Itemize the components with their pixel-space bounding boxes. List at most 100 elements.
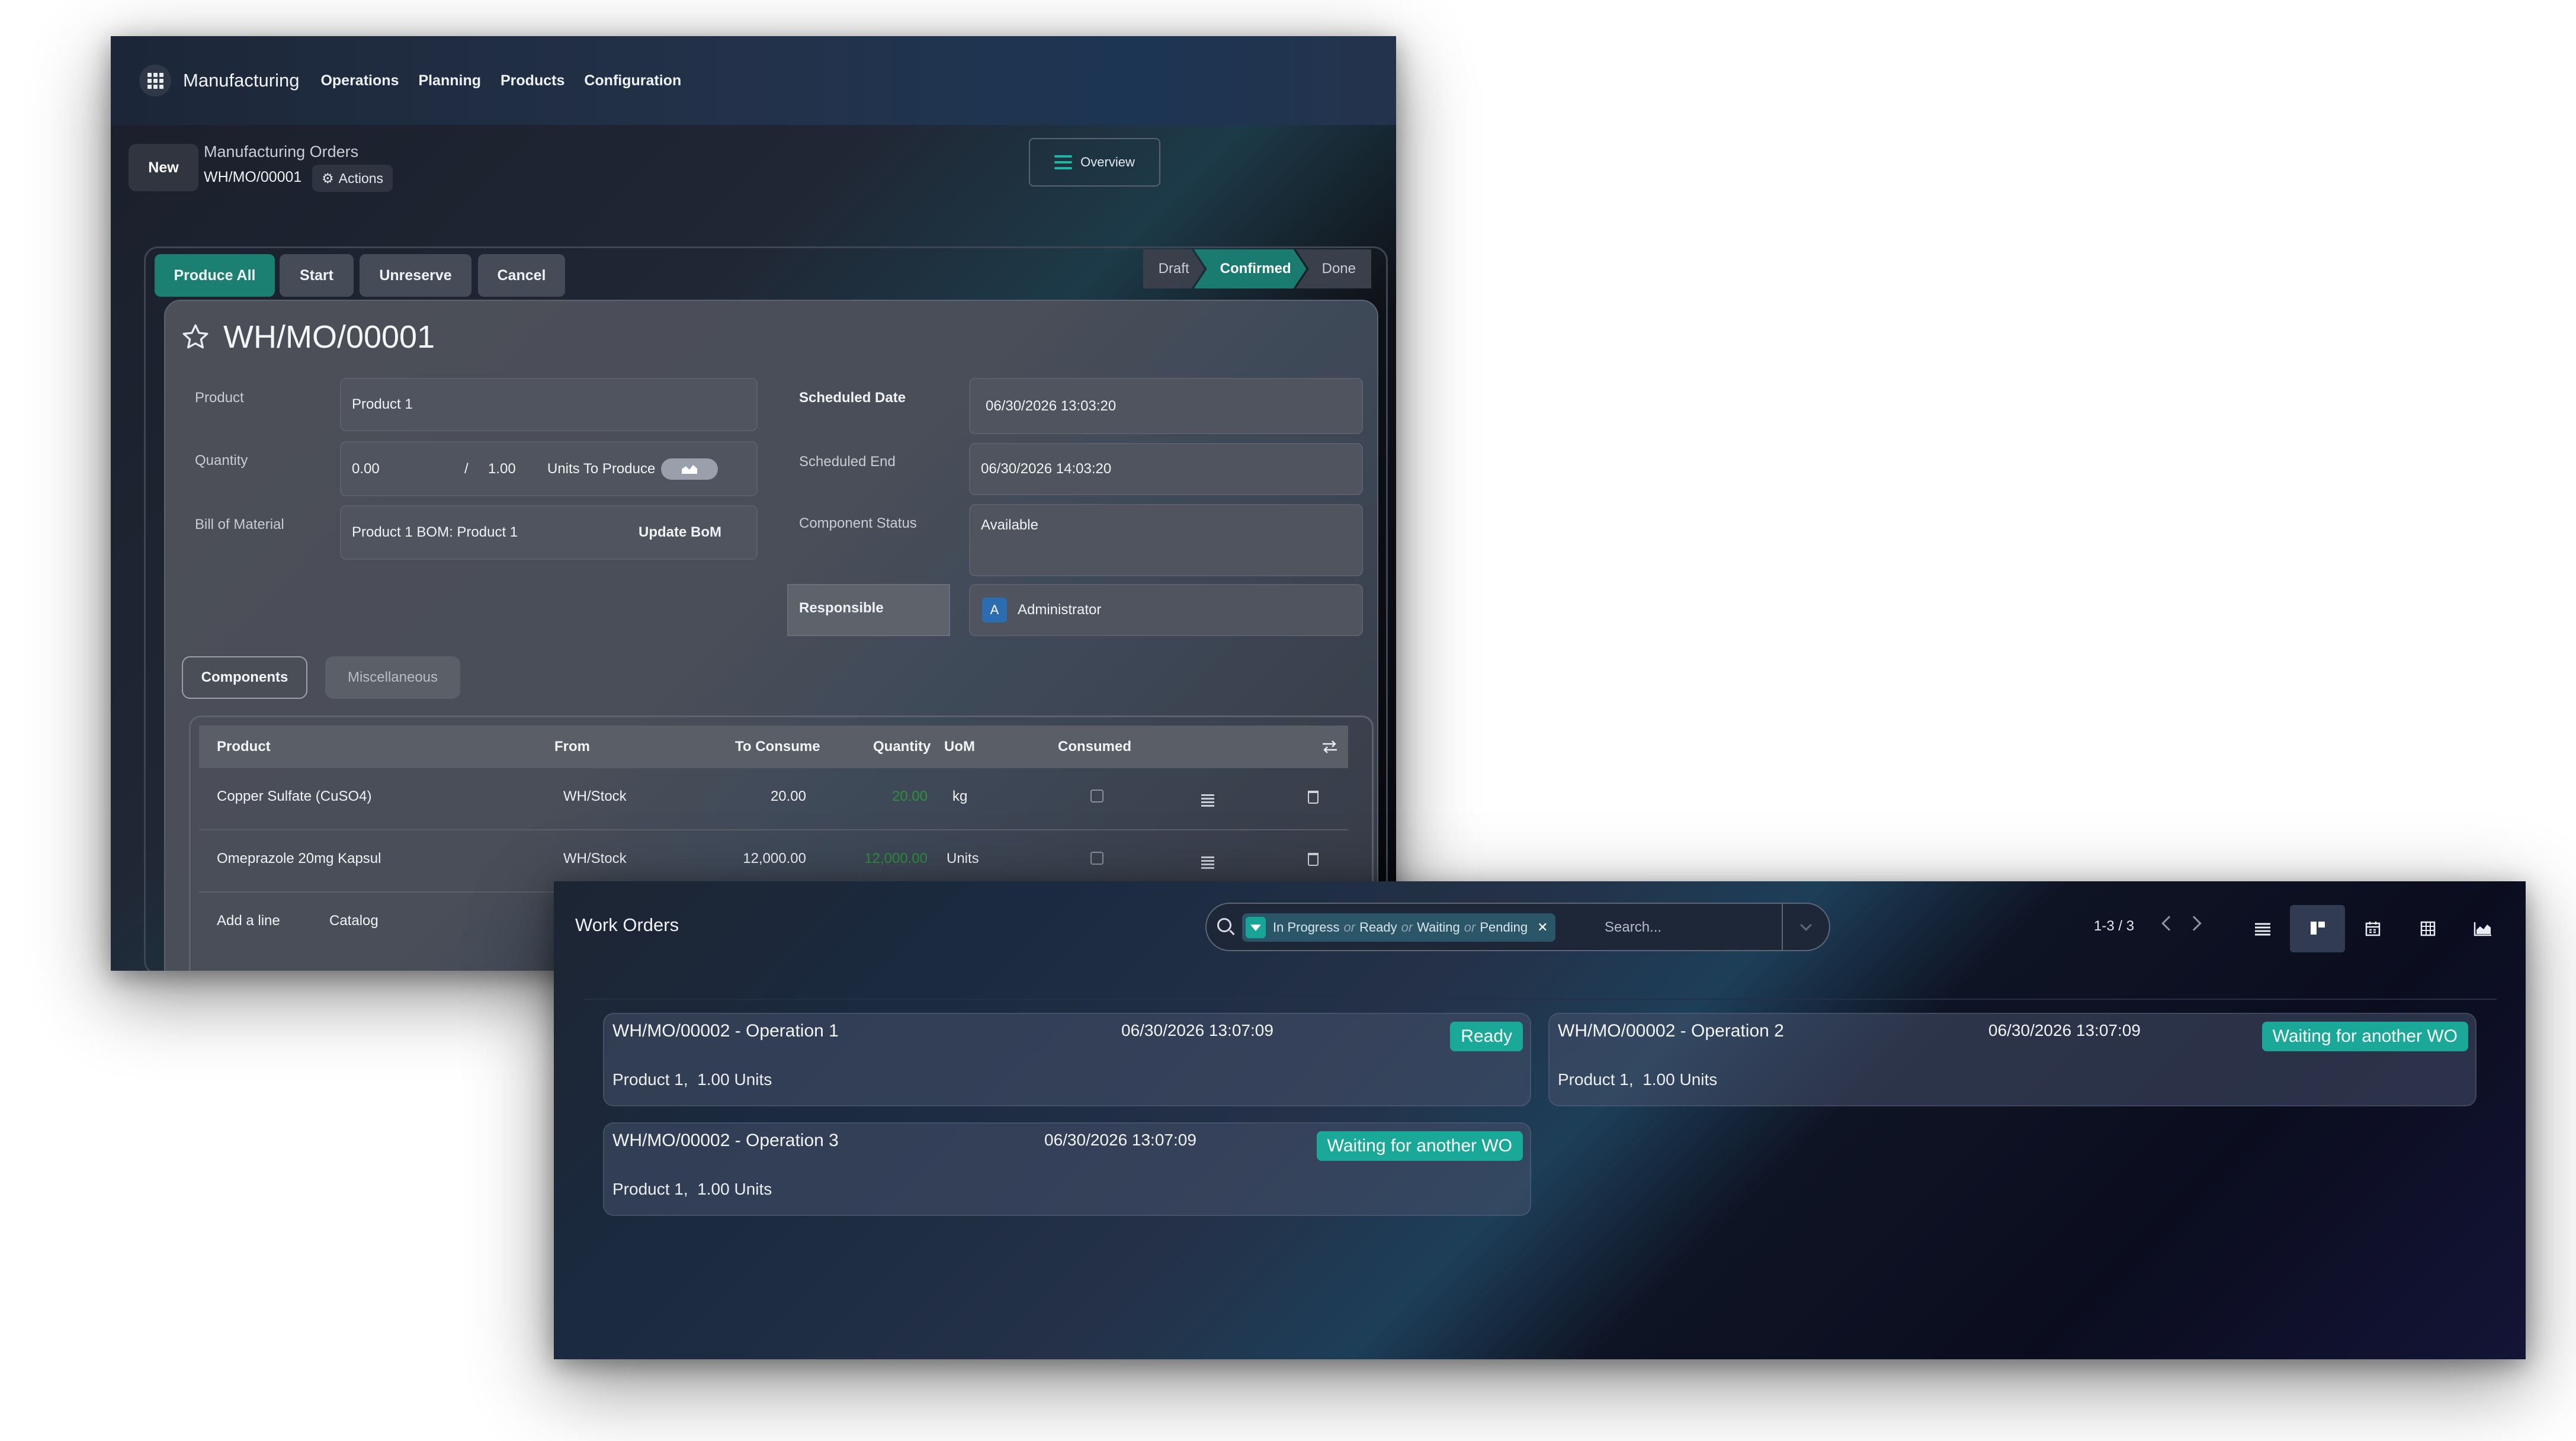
row-quantity[interactable]: 20.00 (892, 788, 928, 805)
close-icon[interactable]: ✕ (1537, 920, 1548, 935)
card-date: 06/30/2026 13:07:09 (1988, 1021, 2141, 1039)
star-icon[interactable] (181, 322, 210, 352)
status-bar: Produce All Start Unreserve Cancel Draft… (155, 249, 1387, 297)
table-row[interactable]: Copper Sulfate (CuSO4) WH/Stock 20.00 20… (199, 768, 1348, 830)
filter-facet[interactable]: In Progress or Ready or Waiting or Pendi… (1242, 913, 1555, 942)
work-order-card[interactable]: WH/MO/00002 - Operation 1 06/30/2026 13:… (603, 1013, 1531, 1106)
tab-components[interactable]: Components (182, 656, 307, 699)
card-product: Product 1, 1.00 Units (612, 1070, 772, 1089)
card-quantity: 1.00 Units (1643, 1070, 1718, 1089)
overview-button[interactable]: Overview (1029, 138, 1160, 187)
list-icon (2254, 923, 2270, 936)
responsible-field[interactable]: A Administrator (969, 584, 1363, 636)
chevron-down-icon (1800, 919, 1812, 931)
work-order-card[interactable]: WH/MO/00002 - Operation 3 06/30/2026 13:… (603, 1122, 1531, 1216)
col-product[interactable]: Product (217, 739, 271, 755)
unreserve-button[interactable]: Unreserve (360, 254, 471, 297)
nav-configuration[interactable]: Configuration (584, 72, 681, 89)
col-quantity[interactable]: Quantity (873, 739, 931, 755)
row-from: WH/Stock (563, 788, 627, 804)
control-panel: New Manufacturing Orders WH/MO/00001 ⚙ A… (111, 125, 1396, 211)
nav-products[interactable]: Products (501, 72, 564, 89)
breadcrumb[interactable]: Manufacturing Orders (204, 143, 358, 161)
add-line-link[interactable]: Add a line (217, 913, 280, 929)
bom-label: Bill of Material (195, 516, 284, 532)
new-button[interactable]: New (129, 144, 198, 191)
chevron-right-icon[interactable] (2186, 916, 2202, 931)
card-title: WH/MO/00002 - Operation 3 (612, 1131, 839, 1150)
details-list-icon[interactable] (1201, 856, 1214, 869)
gear-icon: ⚙ (322, 170, 334, 186)
stage-draft[interactable]: Draft (1143, 249, 1205, 288)
card-title: WH/MO/00002 - Operation 2 (1558, 1021, 1784, 1041)
scheduled-end-label: Scheduled End (799, 454, 896, 470)
form-sheet: WH/MO/00001 Product Product 1 Quantity 0… (164, 300, 1378, 971)
nav-operations[interactable]: Operations (320, 72, 399, 89)
kanban-view-button[interactable] (2290, 905, 2345, 952)
apps-grid-icon[interactable] (139, 65, 171, 97)
optional-columns-icon[interactable] (1321, 740, 1338, 758)
facet-status-1: In Progress (1273, 920, 1340, 935)
col-consumed[interactable]: Consumed (1058, 739, 1131, 755)
facet-status-2: Ready (1359, 920, 1397, 935)
row-to-consume: 20.00 (770, 788, 806, 804)
chevron-left-icon[interactable] (2161, 916, 2177, 931)
quantity-unit: Units To Produce (547, 460, 656, 477)
update-bom-button[interactable]: Update BoM (639, 524, 721, 541)
trash-icon[interactable] (1308, 791, 1319, 804)
row-product: Omeprazole 20mg Kapsul (217, 851, 381, 866)
quantity-producing-input[interactable]: 0.00 (352, 461, 464, 477)
bom-value: Product 1 BOM: Product 1 (352, 524, 518, 540)
facet-or-3: or (1464, 920, 1476, 935)
app-name[interactable]: Manufacturing (183, 70, 299, 91)
bom-field[interactable]: Product 1 BOM: Product 1 Update BoM (340, 505, 758, 560)
breadcrumb-record: WH/MO/00001 (204, 169, 302, 185)
col-from[interactable]: From (554, 739, 590, 755)
actions-button[interactable]: ⚙ Actions (312, 165, 393, 192)
page-title: Work Orders (575, 914, 679, 935)
product-field[interactable]: Product 1 (340, 378, 758, 431)
calendar-icon (2365, 922, 2380, 936)
start-button[interactable]: Start (280, 254, 354, 297)
calendar-view-button[interactable] (2345, 905, 2400, 952)
card-product: Product 1, 1.00 Units (1558, 1070, 1717, 1089)
pivot-view-button[interactable] (2400, 905, 2455, 952)
search-icon[interactable] (1217, 918, 1231, 932)
forecast-graph-icon[interactable] (661, 458, 718, 480)
facet-or-1: or (1343, 920, 1356, 935)
stage-pipeline: Draft Confirmed Done (1143, 249, 1371, 288)
graph-view-button[interactable] (2455, 905, 2510, 952)
row-from: WH/Stock (563, 851, 627, 866)
search-options-toggle[interactable] (1782, 904, 1829, 950)
catalog-link[interactable]: Catalog (329, 913, 378, 929)
work-order-card[interactable]: WH/MO/00002 - Operation 2 06/30/2026 13:… (1548, 1013, 2476, 1106)
pager-value[interactable]: 1-3 / 3 (2094, 918, 2134, 935)
col-to-consume[interactable]: To Consume (735, 739, 820, 755)
list-view-button[interactable] (2235, 905, 2290, 952)
stage-done[interactable]: Done (1295, 249, 1371, 288)
quantity-total-input[interactable]: 1.00 (488, 461, 547, 477)
product-label: Product (195, 390, 244, 406)
filter-icon (1246, 917, 1266, 938)
scheduled-date-field[interactable]: 06/30/2026 13:03:20 (969, 378, 1363, 434)
consumed-checkbox[interactable] (1090, 789, 1103, 803)
pivot-icon (2420, 921, 2435, 936)
row-uom: kg (952, 788, 968, 804)
graph-icon (2474, 922, 2491, 936)
cancel-button[interactable]: Cancel (478, 254, 565, 297)
card-quantity: 1.00 Units (697, 1180, 772, 1198)
col-uom[interactable]: UoM (944, 739, 975, 755)
work-orders-window: Work Orders In Progress or Ready or Wait… (554, 881, 2526, 1359)
divider (583, 999, 2497, 1000)
trash-icon[interactable] (1308, 853, 1319, 866)
tab-miscellaneous[interactable]: Miscellaneous (325, 656, 460, 699)
details-list-icon[interactable] (1201, 794, 1214, 807)
stage-confirmed[interactable]: Confirmed (1194, 249, 1307, 288)
scheduled-end-field[interactable]: 06/30/2026 14:03:20 (969, 443, 1363, 495)
row-quantity[interactable]: 12,000.00 (864, 851, 928, 867)
produce-all-button[interactable]: Produce All (155, 254, 275, 297)
responsible-value: Administrator (1018, 602, 1102, 618)
consumed-checkbox[interactable] (1090, 852, 1103, 865)
nav-planning[interactable]: Planning (418, 72, 481, 89)
title-row: WH/MO/00001 (181, 319, 435, 355)
